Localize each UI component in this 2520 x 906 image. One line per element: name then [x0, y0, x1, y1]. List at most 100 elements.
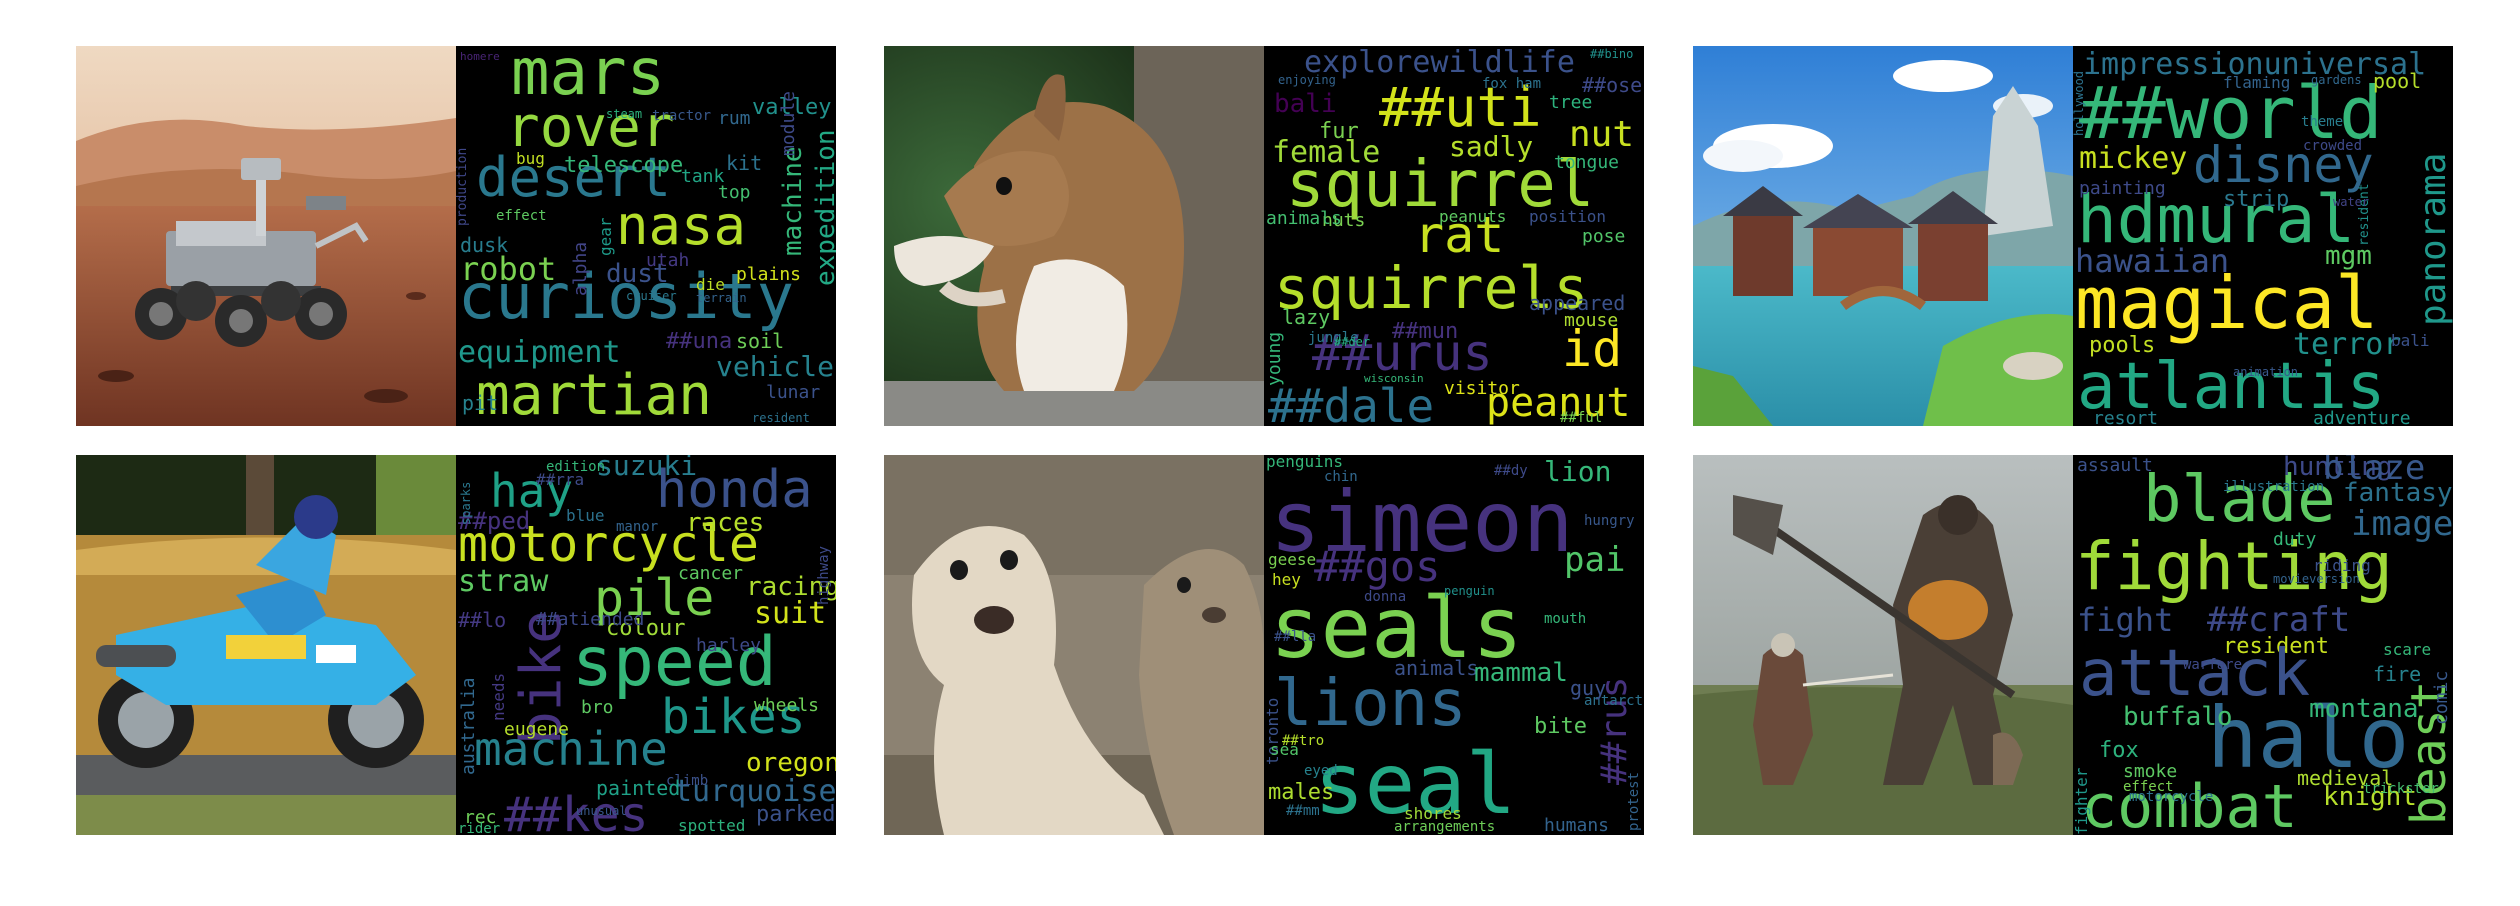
word: blue: [566, 506, 605, 525]
word: protest: [1626, 772, 1642, 831]
word: steam: [606, 107, 642, 121]
motorcycle-word-cloud: hay honda suzuki motorcycle races racing…: [456, 455, 836, 835]
word: terror: [2293, 327, 2401, 362]
word: straw: [458, 564, 549, 599]
word: highway: [816, 546, 832, 605]
word: mickey: [2079, 141, 2187, 176]
squirrel-photo: [884, 46, 1264, 426]
word: animation: [2233, 365, 2298, 379]
mars-rover-photo: [76, 46, 456, 426]
battle-scene-word-cloud: blade hunting blaze fantasy image fighti…: [2073, 455, 2453, 835]
word: martian: [476, 363, 712, 426]
word: resident: [752, 411, 810, 425]
panel-seals: simeon lion seals lions seal ##gos pai a…: [884, 455, 1644, 835]
word: sadly: [1449, 130, 1533, 163]
word: trickster: [2363, 781, 2439, 797]
word: equipment: [458, 335, 621, 370]
word: cruiser: [626, 289, 677, 303]
word: expedition: [811, 129, 836, 286]
word: rider: [458, 821, 500, 835]
word: fur: [1319, 119, 1359, 144]
word: motorcycle: [2129, 789, 2213, 805]
word: nasa: [616, 194, 746, 257]
word: lion: [1544, 455, 1611, 488]
word: penguin: [1444, 584, 1495, 598]
word: bro: [581, 697, 614, 718]
word: animals: [1266, 208, 1342, 229]
word: manor: [616, 519, 658, 535]
word: dusk: [460, 233, 508, 257]
word: unusual: [576, 804, 627, 818]
mars-rover-word-cloud: mars rover desert nasa curiosity martian…: [456, 46, 836, 426]
word: parked: [756, 802, 835, 827]
word: bali: [2391, 331, 2430, 350]
seals-photo: [884, 455, 1264, 835]
word: movieversion: [2273, 572, 2360, 586]
word: enjoying: [1278, 73, 1336, 87]
word: ##tro: [1282, 733, 1324, 749]
word: ##dy: [1494, 463, 1528, 479]
word: position: [1529, 207, 1606, 226]
word: arrangements: [1394, 819, 1495, 835]
panel-motorcycle: hay honda suzuki motorcycle races racing…: [76, 455, 836, 835]
word: hollywood: [2073, 71, 2086, 136]
motorcycle-photo: [76, 455, 456, 835]
word: visitor: [1444, 378, 1520, 399]
word: harley: [696, 635, 761, 656]
word: fox ham: [1482, 76, 1541, 92]
word: pai: [1564, 540, 1625, 580]
word: homere: [460, 50, 500, 63]
word: illustration: [2223, 479, 2324, 495]
word: geese: [1268, 550, 1316, 569]
word: plains: [736, 264, 801, 285]
word: bug: [516, 149, 545, 168]
word: suzuki: [596, 455, 697, 482]
word: nut: [1569, 114, 1634, 155]
word: peanuts: [1439, 207, 1506, 226]
word: crowded: [2303, 138, 2362, 154]
word: flaming: [2223, 73, 2290, 92]
word: pools: [2089, 333, 2155, 358]
word: resident: [2357, 183, 2372, 246]
panel-battle-scene: blade hunting blaze fantasy image fighti…: [1693, 455, 2453, 835]
word: humans: [1544, 815, 1609, 835]
word: spotted: [678, 816, 745, 835]
word: top: [718, 182, 751, 203]
word: assault: [2077, 455, 2153, 476]
word: water: [2333, 195, 2369, 209]
word: mammal: [1474, 658, 1568, 688]
word: needs: [489, 673, 508, 721]
word: sparks: [459, 482, 473, 525]
word: adventure: [2313, 408, 2411, 426]
word: young: [1264, 332, 1285, 386]
word: soil: [736, 329, 784, 353]
word: production: [456, 148, 470, 226]
word: machine: [778, 146, 808, 256]
word: fox: [2099, 738, 2139, 763]
word: australia: [458, 677, 479, 775]
word: ##gos: [1314, 542, 1440, 591]
word: panorama: [2413, 153, 2453, 326]
word: chin: [1324, 469, 1358, 485]
panel-fantasy-town: impressionuniversal ##world disney micke…: [1693, 46, 2453, 426]
word: wisconsin: [1364, 372, 1424, 385]
word: tree: [1549, 92, 1592, 113]
squirrel-word-cloud: explorewildlife ##uti squirrel rat squir…: [1264, 46, 1644, 426]
word: comic: [2431, 671, 2452, 725]
word: hungry: [1584, 513, 1635, 529]
word: strip: [2223, 187, 2289, 212]
word: pit: [462, 391, 498, 415]
word: theme: [2301, 114, 2343, 130]
word: hawaiian: [2075, 242, 2229, 280]
word: terrain: [696, 291, 747, 305]
word: scare: [2383, 640, 2431, 659]
seals-word-cloud: simeon lion seals lions seal ##gos pai a…: [1264, 455, 1644, 835]
word: fight: [2077, 601, 2173, 639]
word: gardens: [2311, 73, 2362, 87]
word: utah: [646, 250, 689, 271]
word: effect: [496, 208, 547, 224]
word: vehicle: [716, 350, 834, 383]
word: ##der: [1334, 335, 1370, 349]
fantasy-town-word-cloud: impressionuniversal ##world disney micke…: [2073, 46, 2453, 426]
word: tractor: [652, 108, 711, 124]
